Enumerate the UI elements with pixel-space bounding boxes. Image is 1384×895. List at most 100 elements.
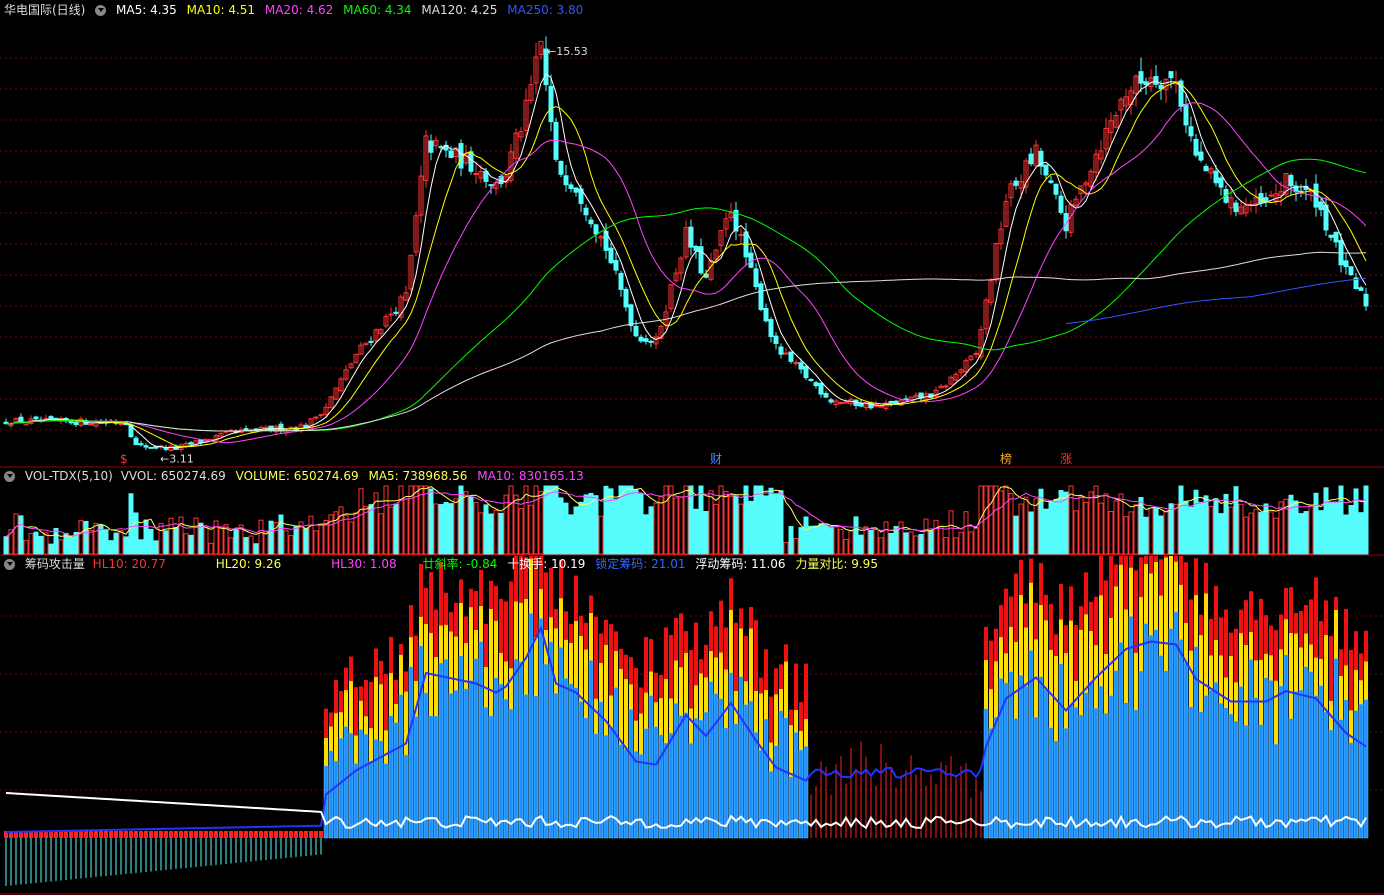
chip-yellow-bar (1014, 641, 1018, 719)
chip-yellow-bar (1299, 647, 1303, 691)
volume-bar (68, 536, 74, 555)
chip-red-bar (739, 608, 743, 629)
chip-red-bar (1099, 556, 1103, 596)
locked-chip-label: 锁定筹码: 21.01 (595, 557, 686, 571)
volume-dropdown-icon[interactable] (4, 471, 15, 482)
chip-blue-bar (1283, 654, 1289, 839)
stock-title: 华电国际(日线) (4, 3, 86, 17)
chip-red-bar (1079, 606, 1083, 630)
chip-yellow-bar (739, 628, 743, 677)
chip-chart[interactable] (0, 556, 1384, 895)
chip-blue-bar (543, 663, 549, 839)
volume-bar (93, 522, 99, 555)
candle-body (568, 184, 574, 189)
chip-yellow-bar (654, 702, 658, 727)
chip-blue-bar (508, 708, 514, 839)
chip-blue-bar (608, 727, 614, 839)
chip-red-bar (1024, 603, 1028, 628)
volume-bar (663, 485, 669, 555)
candle-body (593, 224, 599, 235)
chip-panel[interactable]: 筹码攻击量 HL10: 20.77 HL20: 9.26 HL30: 1.08 … (0, 556, 1384, 895)
chip-small-bar (154, 831, 158, 838)
settings-dropdown-icon[interactable] (95, 5, 107, 16)
chip-small-bar (184, 831, 188, 838)
chip-small-bar (224, 831, 228, 838)
chip-blue-bar (493, 677, 499, 839)
chip-yellow-bar (629, 684, 633, 710)
chip-blue-bar (443, 659, 449, 839)
chip-yellow-bar (1214, 639, 1218, 683)
price-panel[interactable]: 华电国际(日线) MA5: 4.35 MA10: 4.51 MA20: 4.62… (0, 0, 1384, 468)
chip-yellow-bar (1344, 665, 1348, 700)
ma5-label: MA5: 4.35 (116, 3, 177, 17)
high-price-label: ←15.53 (547, 45, 588, 58)
volume-bar (1323, 487, 1329, 555)
volume-bar (278, 514, 284, 555)
chip-yellow-bar (1159, 595, 1163, 656)
chip-yellow-bar (674, 660, 678, 704)
chip-blue-bar (483, 706, 489, 839)
candle-body (88, 423, 94, 426)
chip-blue-bar (1078, 714, 1084, 839)
chip-small-bar (134, 831, 138, 838)
chip-yellow-bar (1199, 635, 1203, 712)
chip-red-bar (769, 696, 773, 743)
chip-red-bar (1029, 558, 1033, 583)
chip-small-bar (189, 831, 193, 838)
volume-bar (123, 536, 129, 555)
volume-bar (598, 515, 604, 555)
volume-bar (858, 534, 864, 555)
volume-bar (1048, 500, 1054, 555)
candle-body (1048, 180, 1054, 183)
chip-small-bar (249, 831, 253, 838)
chip-yellow-bar (439, 625, 443, 664)
chip-yellow-bar (1139, 597, 1143, 672)
chip-yellow-bar (1189, 650, 1193, 707)
chip-blue-bar (1013, 718, 1019, 839)
chip-small-bar (94, 831, 98, 838)
volume-bar (508, 485, 514, 555)
chip-yellow-bar (699, 673, 703, 720)
volume-bar (748, 500, 754, 555)
volume-bar (168, 517, 174, 555)
chip-small-bar (299, 831, 303, 838)
volume-bar (833, 526, 839, 555)
chip-yellow-bar (634, 720, 638, 752)
price-chart[interactable]: ←15.53 ←3.11 $ 财 榜 涨 (0, 0, 1384, 468)
chip-yellow-bar (729, 609, 733, 673)
chip-red-bar (494, 585, 498, 621)
chip-blue-bar (583, 717, 589, 839)
volume-bar (758, 485, 764, 555)
chip-yellow-bar (1334, 609, 1338, 659)
volume-panel[interactable]: VOL-TDX(5,10) VVOL: 650274.69 VOLUME: 65… (0, 468, 1384, 556)
ma20-label: MA20: 4.62 (264, 3, 334, 17)
chip-red-bar (1204, 562, 1208, 594)
chip-red-bar (604, 619, 608, 645)
chip-red-bar (1279, 614, 1283, 650)
chip-blue-bar (1103, 713, 1109, 839)
chip-blue-bar (1123, 702, 1129, 839)
chip-small-bar (279, 831, 283, 838)
volume-bar (63, 533, 69, 555)
chip-yellow-bar (1279, 649, 1283, 686)
chip-blue-bar (1218, 703, 1224, 839)
chip-small-bar (274, 831, 278, 838)
volume-bar (348, 521, 354, 555)
chip-yellow-bar (1079, 629, 1083, 715)
chip-blue-bar (418, 645, 424, 839)
chip-dropdown-icon[interactable] (4, 559, 15, 570)
chip-yellow-bar (794, 709, 798, 733)
chip-yellow-bar (1179, 584, 1183, 640)
power-ratio-label: 力量对比: 9.95 (795, 557, 878, 571)
volume-bar (1233, 486, 1239, 555)
volume-bar (1353, 488, 1359, 555)
chip-yellow-bar (549, 617, 553, 642)
candle-body (698, 246, 704, 274)
chip-red-bar (1109, 556, 1113, 618)
chip-red-bar (749, 607, 753, 629)
volume-bar (943, 537, 949, 555)
chip-red-bar (684, 631, 688, 653)
chip-yellow-bar (1254, 660, 1258, 698)
chip-red-bar (659, 674, 663, 699)
chip-blue-bar (663, 742, 669, 839)
